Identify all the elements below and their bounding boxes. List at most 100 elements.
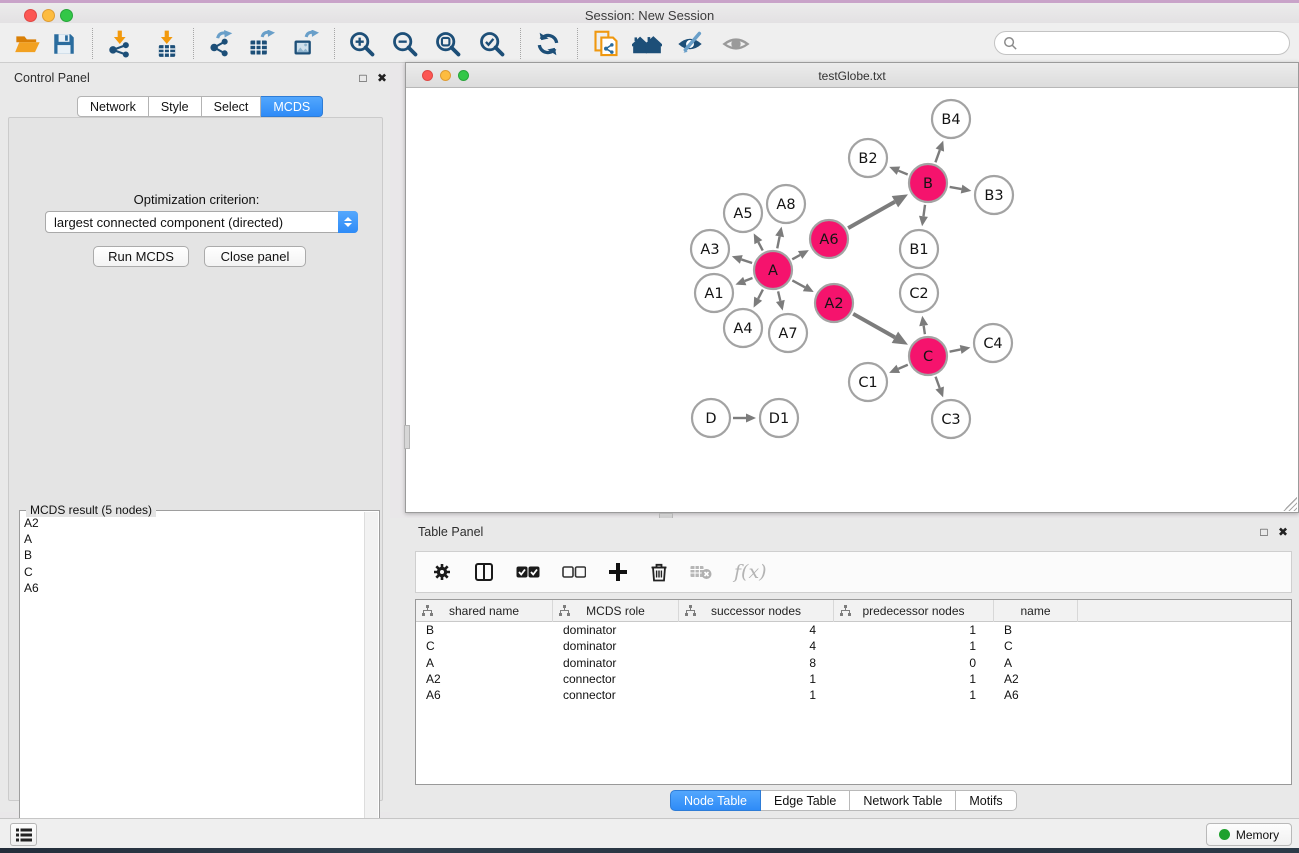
tab-motifs[interactable]: Motifs bbox=[956, 790, 1016, 811]
mcds-result-list[interactable]: A2ABCA6 bbox=[21, 515, 365, 850]
delete-column-button[interactable] bbox=[650, 562, 668, 582]
splitter-handle[interactable] bbox=[404, 425, 410, 449]
memory-button[interactable]: Memory bbox=[1206, 823, 1292, 846]
graph-edge-C-C2[interactable] bbox=[924, 326, 925, 335]
mcds-result-item[interactable]: A2 bbox=[21, 515, 365, 531]
mcds-result-scrollbar[interactable] bbox=[364, 512, 378, 850]
mcds-result-item[interactable]: A6 bbox=[21, 580, 365, 596]
column-header-shared-name[interactable]: shared name bbox=[416, 600, 553, 622]
graph-edge-C-C3[interactable] bbox=[936, 377, 940, 388]
home-icon bbox=[632, 30, 662, 58]
zoom-selected-button[interactable] bbox=[475, 27, 509, 61]
hide-graphics-details-button[interactable] bbox=[719, 27, 753, 61]
graph-edge-A-A6[interactable] bbox=[792, 255, 800, 259]
show-columns-button[interactable] bbox=[474, 562, 494, 582]
import-table-button[interactable] bbox=[150, 27, 184, 61]
table-row-B[interactable]: Bdominator41B bbox=[416, 622, 1291, 638]
graph-edge-A-A7[interactable] bbox=[778, 291, 780, 300]
column-header-successor-nodes[interactable]: successor nodes bbox=[679, 600, 834, 622]
unchecked-boxes-icon bbox=[562, 566, 586, 579]
cell-predecessor_nodes: 1 bbox=[834, 638, 994, 654]
graph-edge-A-A8[interactable] bbox=[777, 236, 779, 248]
zoom-out-button[interactable] bbox=[388, 27, 422, 61]
node-table[interactable]: shared nameMCDS rolesuccessor nodesprede… bbox=[415, 599, 1292, 785]
delete-table-button[interactable] bbox=[690, 564, 712, 580]
table-panel-tabs: Node TableEdge TableNetwork TableMotifs bbox=[670, 790, 1017, 811]
open-session-button[interactable] bbox=[11, 27, 45, 61]
cell-mcds_role: connector bbox=[553, 671, 679, 687]
mcds-result-item[interactable]: A bbox=[21, 531, 365, 547]
graph-edge-A6-B[interactable] bbox=[848, 202, 895, 228]
search-input[interactable] bbox=[1018, 33, 1289, 53]
select-all-button[interactable] bbox=[516, 566, 540, 579]
graph-edge-A2-C[interactable] bbox=[853, 314, 895, 338]
graph-edge-B-B2[interactable] bbox=[898, 171, 907, 175]
function-builder-button[interactable]: f(x) bbox=[734, 561, 767, 583]
tab-select[interactable]: Select bbox=[202, 96, 262, 117]
home-button[interactable] bbox=[630, 27, 664, 61]
table-row-A6[interactable]: A6connector11A6 bbox=[416, 687, 1291, 703]
graph-edge-C-C4[interactable] bbox=[950, 349, 961, 351]
close-panel-icon[interactable]: ✖ bbox=[1275, 524, 1291, 540]
graph-edge-B-B3[interactable] bbox=[950, 187, 962, 189]
edge-arrowhead bbox=[775, 227, 784, 238]
table-row-C[interactable]: Cdominator41C bbox=[416, 638, 1291, 654]
close-panel-button[interactable]: Close panel bbox=[204, 246, 306, 267]
optimization-criterion-select[interactable]: largest connected component (directed) bbox=[45, 211, 358, 233]
add-column-button[interactable] bbox=[608, 562, 628, 582]
graph-edge-A-A4[interactable] bbox=[758, 290, 763, 299]
clone-network-button[interactable] bbox=[589, 27, 623, 61]
zoom-fit-button[interactable] bbox=[431, 27, 465, 61]
column-header-MCDS-role[interactable]: MCDS role bbox=[553, 600, 679, 622]
graph-edge-B-B1[interactable] bbox=[923, 205, 925, 217]
tab-network-table[interactable]: Network Table bbox=[850, 790, 956, 811]
show-graphics-details-button[interactable] bbox=[673, 27, 707, 61]
mcds-result-item[interactable]: C bbox=[21, 564, 365, 580]
refresh-network-button[interactable] bbox=[531, 27, 565, 61]
run-mcds-button[interactable]: Run MCDS bbox=[93, 246, 189, 267]
zoom-fit-icon bbox=[434, 30, 462, 58]
plus-icon bbox=[608, 562, 628, 582]
table-settings-button[interactable] bbox=[432, 562, 452, 582]
graph-edge-C-C1[interactable] bbox=[898, 365, 908, 369]
network-graph-canvas[interactable]: AA1A2A3A4A5A6A7A8BB1B2B3B4CC1C2C3C4DD1 bbox=[406, 88, 1298, 512]
network-window-titlebar[interactable]: testGlobe.txt bbox=[406, 63, 1298, 88]
search-box[interactable] bbox=[994, 31, 1290, 55]
close-panel-icon[interactable]: ✖ bbox=[374, 70, 390, 86]
tab-node-table[interactable]: Node Table bbox=[670, 790, 761, 811]
column-header-predecessor-nodes[interactable]: predecessor nodes bbox=[834, 600, 994, 622]
import-network-button[interactable] bbox=[103, 27, 137, 61]
table-row-A2[interactable]: A2connector11A2 bbox=[416, 671, 1291, 687]
graph-edge-A-A3[interactable] bbox=[741, 259, 752, 263]
column-header-name[interactable]: name bbox=[994, 600, 1078, 622]
graph-edge-A-A2[interactable] bbox=[792, 280, 805, 287]
float-panel-icon[interactable]: □ bbox=[1256, 524, 1272, 540]
save-session-button[interactable] bbox=[47, 27, 81, 61]
zoom-in-icon bbox=[348, 30, 376, 58]
graph-edge-A-A5[interactable] bbox=[758, 242, 762, 250]
cell-successor_nodes: 8 bbox=[679, 655, 834, 671]
export-network-button[interactable] bbox=[203, 27, 237, 61]
graph-edge-A-A1[interactable] bbox=[745, 278, 753, 281]
tab-mcds[interactable]: MCDS bbox=[261, 96, 323, 117]
table-row-A[interactable]: Adominator80A bbox=[416, 655, 1291, 671]
tab-style[interactable]: Style bbox=[149, 96, 202, 117]
eye-icon bbox=[722, 30, 750, 58]
export-image-button[interactable] bbox=[288, 27, 322, 61]
graph-node-label: B4 bbox=[941, 112, 960, 128]
window-resize-grip[interactable] bbox=[1283, 497, 1297, 511]
graph-node-label: C3 bbox=[941, 412, 960, 428]
task-history-button[interactable] bbox=[10, 823, 37, 846]
mcds-result-item[interactable]: B bbox=[21, 547, 365, 563]
export-table-button[interactable] bbox=[244, 27, 278, 61]
graph-edge-B-B4[interactable] bbox=[935, 150, 939, 162]
cell-mcds_role: connector bbox=[553, 687, 679, 703]
cell-successor_nodes: 4 bbox=[679, 638, 834, 654]
edge-arrowhead bbox=[919, 316, 928, 327]
float-panel-icon[interactable]: □ bbox=[355, 70, 371, 86]
tab-network[interactable]: Network bbox=[77, 96, 149, 117]
tab-edge-table[interactable]: Edge Table bbox=[761, 790, 850, 811]
cell-name: C bbox=[994, 638, 1078, 654]
zoom-in-button[interactable] bbox=[345, 27, 379, 61]
deselect-all-button[interactable] bbox=[562, 566, 586, 579]
